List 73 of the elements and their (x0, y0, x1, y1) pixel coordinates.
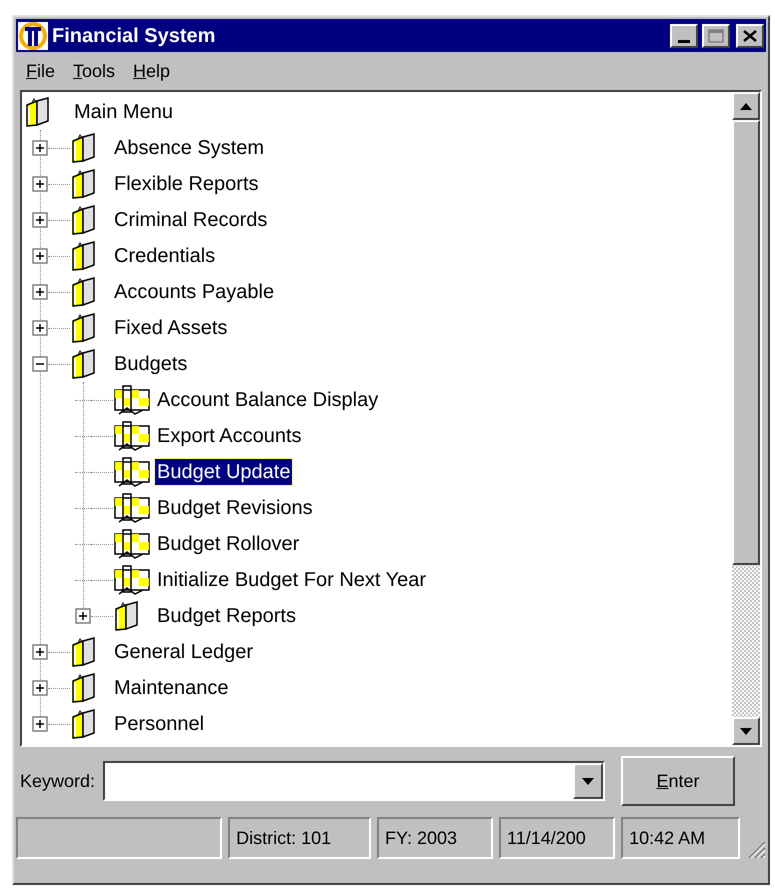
tree-item[interactable]: Initialize Budget For Next Year (155, 567, 428, 593)
status-panel: 10:42 AM (621, 817, 740, 859)
folder-icon (70, 709, 98, 739)
expand-toggle-icon[interactable] (32, 680, 48, 696)
program-icon (113, 564, 151, 596)
minimize-button[interactable] (670, 24, 698, 48)
menu-item[interactable]: Help (125, 58, 178, 84)
folder-icon (70, 313, 98, 343)
folder-icon (70, 673, 98, 703)
tree-item[interactable]: Accounts Payable (112, 279, 276, 305)
folder-icon (113, 601, 141, 631)
tree-item[interactable]: Fixed Assets (112, 315, 230, 341)
tree-item[interactable]: General Ledger (112, 639, 255, 665)
folder-icon (70, 241, 98, 271)
close-icon (743, 30, 757, 42)
dropdown-button[interactable] (573, 763, 604, 799)
tree-item[interactable]: Personnel (112, 711, 206, 737)
collapse-toggle-icon[interactable] (32, 356, 48, 372)
expand-toggle-icon[interactable] (32, 716, 48, 732)
tree-item[interactable]: Main Menu (72, 99, 175, 125)
tree-item[interactable]: Budget Reports (155, 603, 298, 629)
vertical-scrollbar[interactable] (732, 92, 760, 745)
expand-toggle-icon[interactable] (32, 644, 48, 660)
expand-toggle-icon[interactable] (32, 320, 48, 336)
program-icon (113, 384, 151, 416)
status-panel: 11/14/200 (499, 817, 616, 859)
window-title: Financial System (52, 24, 216, 48)
folder-icon (70, 205, 98, 235)
folder-icon (70, 169, 98, 199)
minimize-icon (678, 40, 690, 42)
tree-item[interactable]: Absence System (112, 135, 266, 161)
up-arrow-icon (740, 102, 752, 110)
folder-icon (70, 133, 98, 163)
tree-item[interactable]: Export Accounts (155, 423, 304, 449)
tree-item[interactable]: Budget Update (155, 459, 292, 485)
program-icon (113, 420, 151, 452)
status-panel: District: 101 (228, 817, 371, 859)
program-icon (113, 528, 151, 560)
keyword-combobox[interactable] (103, 761, 606, 801)
expand-toggle-icon[interactable] (32, 212, 48, 228)
expand-toggle-icon[interactable] (32, 248, 48, 264)
status-panel: FY: 2003 (376, 817, 494, 859)
folder-icon (70, 637, 98, 667)
menu-item[interactable]: File (18, 58, 64, 84)
tree-item[interactable]: Budget Revisions (155, 495, 315, 521)
expand-toggle-icon[interactable] (75, 608, 91, 624)
enter-button[interactable]: Enter (621, 756, 736, 806)
scroll-up-button[interactable] (732, 92, 760, 120)
tree-item[interactable]: Criminal Records (112, 207, 270, 233)
menu-item[interactable]: Tools (65, 58, 124, 84)
scroll-thumb[interactable] (732, 120, 760, 565)
expand-toggle-icon[interactable] (32, 284, 48, 300)
program-icon (113, 456, 151, 488)
tree-item[interactable]: Budgets (112, 351, 190, 377)
close-button[interactable] (736, 24, 764, 48)
tree-item[interactable]: Account Balance Display (155, 387, 380, 413)
down-arrow-icon (740, 728, 752, 734)
folder-icon (70, 277, 98, 307)
tree-item[interactable]: Flexible Reports (112, 171, 261, 197)
program-icon (113, 492, 151, 524)
expand-toggle-icon[interactable] (32, 140, 48, 156)
tree-item[interactable]: Credentials (112, 243, 218, 269)
keyword-label: Keyword: (20, 770, 96, 793)
maximize-icon (708, 28, 724, 42)
scroll-down-button[interactable] (732, 717, 760, 745)
tree-item[interactable]: Budget Rollover (155, 531, 302, 557)
folder-icon (70, 349, 98, 379)
maximize-button[interactable] (702, 24, 730, 48)
expand-toggle-icon[interactable] (32, 176, 48, 192)
folder-icon (24, 97, 52, 127)
tree-item[interactable]: Maintenance (112, 675, 231, 701)
resize-grip-icon[interactable] (746, 839, 766, 859)
dropdown-arrow-icon (582, 778, 594, 784)
